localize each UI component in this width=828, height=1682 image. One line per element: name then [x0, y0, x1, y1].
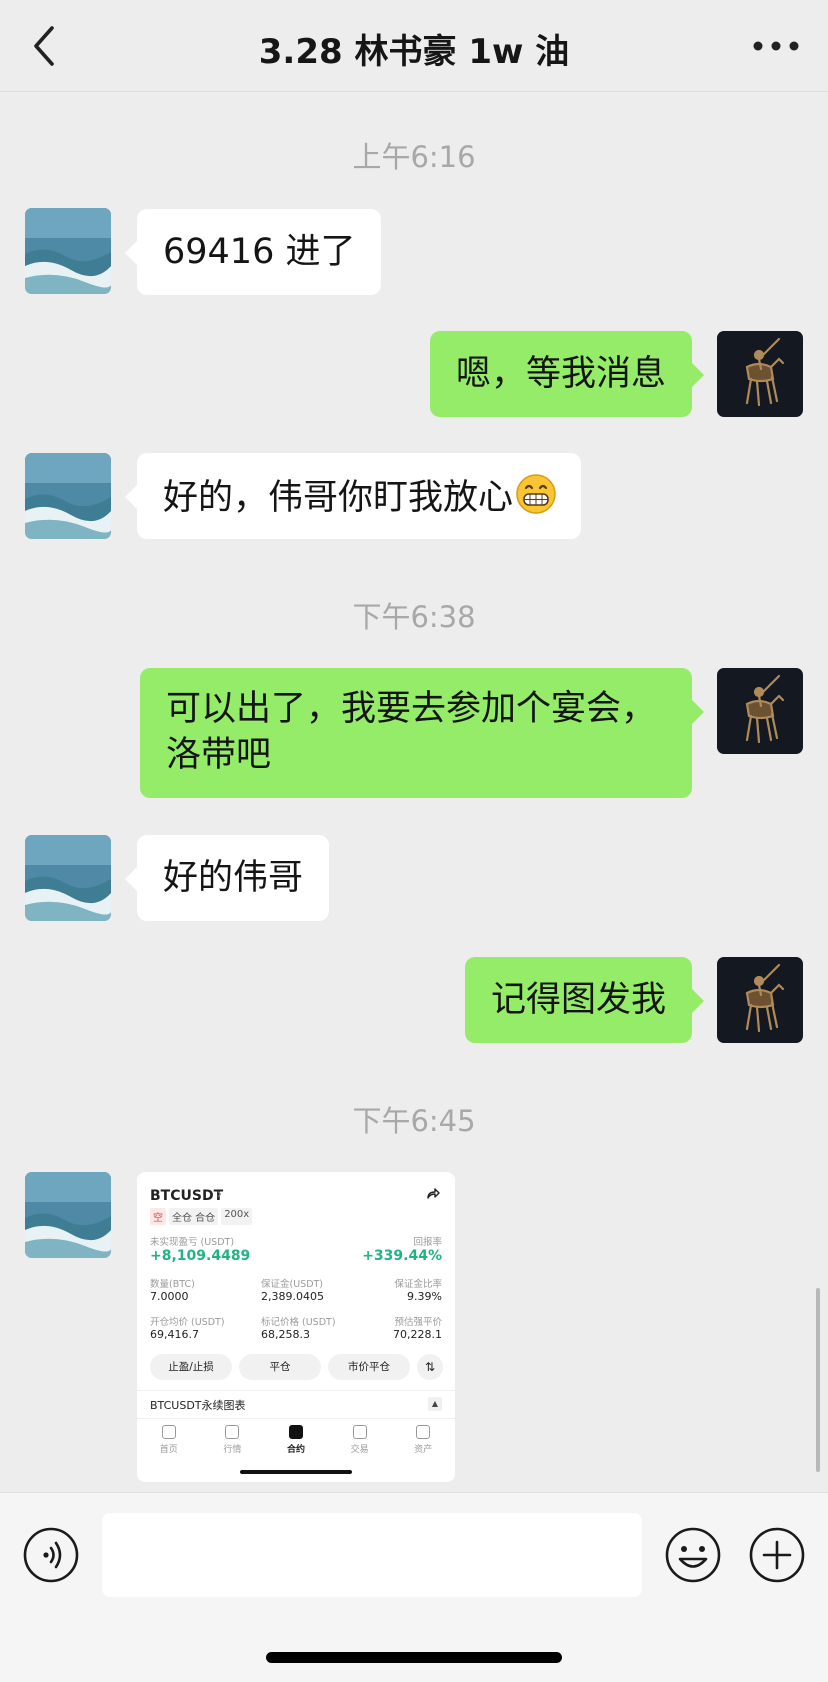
- user-avatar[interactable]: [717, 331, 803, 417]
- user-avatar[interactable]: [717, 668, 803, 754]
- margin-ratio-label: 保证金比率: [394, 1279, 442, 1290]
- wallet-icon: [416, 1425, 431, 1439]
- tag-leverage: 200x: [221, 1208, 253, 1225]
- swap-arrows-icon: ⇅: [417, 1354, 443, 1380]
- contact-avatar[interactable]: [25, 835, 111, 921]
- qty-value: 7.0000: [150, 1290, 189, 1303]
- chart-row: BTCUSDT永续图表 ▲: [137, 1390, 455, 1416]
- app-tab-bar: 首页 行情 合约 交易 资产: [137, 1418, 455, 1468]
- tp-sl-button: 止盈/止损: [150, 1354, 232, 1380]
- chevron-right-icon: ›: [217, 1187, 223, 1202]
- roe-value: +339.44%: [362, 1248, 442, 1264]
- emoji-button[interactable]: [664, 1526, 722, 1584]
- unrealized-pnl-value: +8,109.4489: [150, 1248, 251, 1264]
- market-close-button: 市价平仓: [328, 1354, 410, 1380]
- tab-home: 首页: [137, 1419, 201, 1468]
- grin-emoji-icon: [515, 473, 557, 527]
- roe-label: 回报率: [413, 1237, 442, 1248]
- margin-label: 保证金(USDT): [261, 1279, 324, 1290]
- message-bubble-sent[interactable]: 可以出了，我要去参加个宴会， 洛带吧: [140, 668, 704, 798]
- share-icon: [427, 1188, 440, 1199]
- qty-label: 数量(BTC): [150, 1279, 195, 1290]
- tag-short: 空: [150, 1208, 166, 1225]
- message-bubble-sent[interactable]: 嗯，等我消息: [429, 331, 705, 417]
- caret-up-icon: ▲: [428, 1397, 442, 1411]
- chat-title: 3.28 林书豪 1w 油: [258, 32, 570, 72]
- plus-circle-icon: [749, 1527, 805, 1583]
- contact-avatar[interactable]: [25, 453, 111, 539]
- message-text-line: 可以出了，我要去参加个宴会，: [166, 689, 657, 729]
- entry-price-label: 开仓均价 (USDT): [150, 1317, 225, 1328]
- position-tags: 空 全仓 合仓 200x: [150, 1208, 253, 1225]
- trade-symbol: BTCUSDT: [150, 1188, 224, 1204]
- tab-futures: 合约: [264, 1419, 328, 1468]
- home-icon: [161, 1425, 176, 1439]
- liq-price-label: 预估强平价: [394, 1317, 442, 1328]
- voice-icon: [23, 1527, 79, 1583]
- contact-avatar[interactable]: [25, 208, 111, 294]
- margin-ratio-value: 9.39%: [407, 1290, 442, 1303]
- message-bubble-received[interactable]: 好的，伟哥你盯我放心: [124, 453, 582, 539]
- tab-market: 行情: [201, 1419, 265, 1468]
- tag-margin-mode: 全仓 合仓: [169, 1208, 219, 1225]
- message-text-line: 洛带吧: [166, 735, 272, 775]
- close-position-button: 平仓: [239, 1354, 321, 1380]
- message-bubble-received[interactable]: 好的伟哥: [124, 835, 330, 921]
- message-bubble-sent[interactable]: 记得图发我: [464, 957, 705, 1043]
- nav-bar: 3.28 林书豪 1w 油: [0, 0, 828, 92]
- scrollbar-thumb[interactable]: [816, 1288, 820, 1472]
- message-text: 好的，伟哥你盯我放心: [163, 478, 514, 518]
- voice-button[interactable]: [22, 1526, 80, 1584]
- liq-price-value: 70,228.1: [393, 1328, 442, 1341]
- futures-icon: [288, 1425, 303, 1439]
- mark-price-value: 68,258.3: [261, 1328, 310, 1341]
- more-button[interactable]: [746, 24, 806, 68]
- mark-price-label: 标记价格 (USDT): [261, 1317, 336, 1328]
- chart-bars-icon: [225, 1425, 240, 1439]
- more-dots-icon: [753, 41, 799, 51]
- timestamp: 下午6:45: [352, 1104, 476, 1138]
- unrealized-pnl-label: 未实现盈亏 (USDT): [150, 1237, 235, 1248]
- timestamp: 上午6:16: [352, 140, 476, 174]
- tab-trade: 交易: [328, 1419, 392, 1468]
- entry-price-value: 69,416.7: [150, 1328, 199, 1341]
- contact-avatar[interactable]: [25, 1172, 111, 1258]
- timestamp: 下午6:38: [352, 600, 476, 634]
- screenshot-home-indicator: [240, 1470, 352, 1474]
- tab-assets: 资产: [391, 1419, 455, 1468]
- smiley-icon: [665, 1527, 721, 1583]
- margin-value: 2,389.0405: [261, 1290, 324, 1303]
- user-avatar[interactable]: [717, 957, 803, 1043]
- home-indicator[interactable]: [266, 1652, 562, 1663]
- message-bubble-received[interactable]: 69416 进了: [124, 209, 382, 295]
- exchange-icon: [352, 1425, 367, 1439]
- message-input[interactable]: [102, 1513, 642, 1597]
- chart-title: BTCUSDT永续图表: [150, 1399, 246, 1412]
- more-functions-button[interactable]: [748, 1526, 806, 1584]
- image-message-trade-screenshot[interactable]: BTCUSDT › 空 全仓 合仓 200x 未实现盈亏 (USDT) 回报率 …: [137, 1172, 455, 1482]
